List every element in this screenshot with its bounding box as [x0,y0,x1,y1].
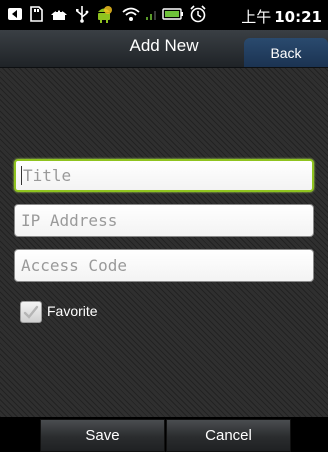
wifi-icon [120,4,142,24]
ip-address-placeholder: IP Address [21,211,118,230]
android-icon [93,4,115,24]
title-bar: Add New Back [0,30,328,68]
back-arrow-icon [6,4,24,24]
back-button[interactable]: Back [244,38,328,67]
usb-icon [74,4,90,24]
access-code-placeholder: Access Code [21,256,127,275]
favorite-checkbox[interactable] [20,301,42,323]
sd-card-icon [27,4,45,24]
clock: 上午 10:21 [241,8,322,26]
check-icon [23,305,39,319]
cancel-button[interactable]: Cancel [166,419,291,452]
text-caret [21,166,22,185]
favorite-label: Favorite [47,303,98,319]
save-button[interactable]: Save [40,419,165,452]
title-placeholder: Title [23,166,72,185]
battery-icon [162,4,184,24]
usb-debug-icon [48,4,70,24]
ip-address-input[interactable]: IP Address [14,204,314,237]
access-code-input[interactable]: Access Code [14,249,314,282]
bottom-bar: Save Cancel [0,417,328,452]
title-input[interactable]: Title [14,159,314,192]
signal-icon [144,4,160,24]
status-bar: 上午 10:21 [0,0,328,30]
alarm-icon [188,4,208,24]
form-area: Title IP Address Access Code Favorite [0,68,328,417]
